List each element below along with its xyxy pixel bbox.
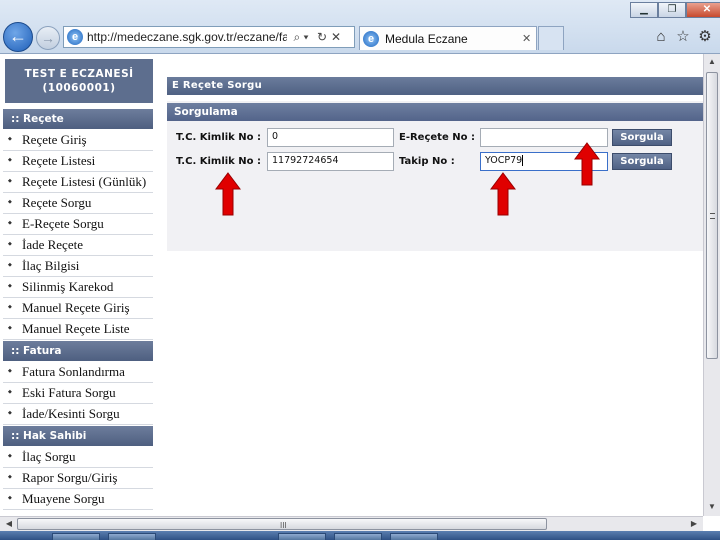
sidebar-item-muayene-sorgu[interactable]: Muayene Sorgu [3,489,153,510]
tc-kimlik-label-2: T.C. Kimlik No : [176,156,262,167]
sidebar-item-recete-sorgu[interactable]: Reçete Sorgu [3,193,153,214]
annotation-arrow-up-icon [215,172,241,216]
restore-button[interactable]: ❐ [658,2,686,18]
home-icon[interactable]: ⌂ [652,28,670,46]
query-panel: Sorgulama T.C. Kimlik No : 0 E-Reçete No… [167,101,703,251]
sidebar-item-recete-giris[interactable]: Reçete Giriş [3,130,153,151]
scroll-left-icon[interactable]: ◀ [1,519,17,528]
tc-kimlik-label-1: T.C. Kimlik No : [176,132,262,143]
forward-button[interactable]: → [36,26,60,50]
page-title: E Reçete Sorgu [167,77,703,95]
minimize-button[interactable]: ▁ [630,2,658,18]
ie-favicon-icon: e [67,29,83,45]
sidebar-item-recete-listesi[interactable]: Reçete Listesi [3,151,153,172]
e-recete-label: E-Reçete No : [399,132,475,143]
sorgula-button-2[interactable]: Sorgula [612,153,672,170]
sidebar-item-ilac-bilgisi[interactable]: İlaç Bilgisi [3,256,153,277]
section-fatura[interactable]: :: Fatura [3,341,153,361]
section-recete[interactable]: :: Reçete [3,109,153,129]
taskbar-item[interactable] [108,533,156,540]
tab-close-icon[interactable]: ✕ [522,32,536,45]
sidebar-item-ilac-sorgu[interactable]: İlaç Sorgu [3,447,153,468]
sidebar: TEST E ECZANESİ (10060001) :: Reçete Reç… [0,54,155,516]
tab-favicon-icon: e [363,30,379,47]
taskbar-item[interactable] [334,533,382,540]
scroll-down-icon[interactable]: ▼ [704,502,720,511]
scroll-right-icon[interactable]: ▶ [686,519,702,528]
back-button[interactable]: ← [3,22,33,52]
sidebar-item-manuel-recete-liste[interactable]: Manuel Reçete Liste [3,319,153,340]
sidebar-item-eski-fatura-sorgu[interactable]: Eski Fatura Sorgu [3,383,153,404]
sidebar-item-iade-recete[interactable]: İade Reçete [3,235,153,256]
takip-no-value: YOCP79 [485,155,523,166]
takip-no-label: Takip No : [399,156,455,167]
sidebar-item-rapor-sorgu-giris[interactable]: Rapor Sorgu/Giriş [3,468,153,489]
refresh-icon[interactable]: ↻ [315,30,329,44]
pharmacy-name: TEST E ECZANESİ [24,68,134,80]
scroll-up-icon[interactable]: ▲ [704,57,720,66]
address-url[interactable]: http://medeczane.sgk.gov.tr/eczane/faces… [87,30,287,44]
sorgula-button-1[interactable]: Sorgula [612,129,672,146]
vertical-scrollbar[interactable]: ▲ ▼ [703,54,720,516]
grip-icon [710,213,715,219]
annotation-arrow-up-icon [490,172,516,216]
pharmacy-code: (10060001) [42,82,116,94]
tc-kimlik-input-1[interactable]: 0 [267,128,394,147]
vertical-scroll-thumb[interactable] [706,72,718,359]
text-caret [522,155,524,166]
sidebar-item-e-recete-sorgu[interactable]: E-Reçete Sorgu [3,214,153,235]
sidebar-item-manuel-recete-giris[interactable]: Manuel Reçete Giriş [3,298,153,319]
tab-title: Medula Eczane [385,31,468,46]
annotation-arrow-up-icon [574,142,600,186]
close-window-button[interactable]: ✕ [686,2,720,18]
browser-tab[interactable]: e Medula Eczane ✕ [359,26,537,50]
address-bar[interactable]: e http://medeczane.sgk.gov.tr/eczane/fac… [63,26,355,48]
sidebar-item-fatura-sonlandirma[interactable]: Fatura Sonlandırma [3,362,153,383]
sidebar-item-silinmis-karekod[interactable]: Silinmiş Karekod [3,277,153,298]
taskbar-item[interactable] [390,533,438,540]
window-controls: ▁ ❐ ✕ [630,2,720,18]
settings-gear-icon[interactable]: ⚙ [696,28,714,46]
panel-title: Sorgulama [167,103,703,121]
section-hak-sahibi[interactable]: :: Hak Sahibi [3,426,153,446]
taskbar-item[interactable] [52,533,100,540]
search-dropdown-icon[interactable]: ⌕ ▾ [287,30,315,45]
pharmacy-banner: TEST E ECZANESİ (10060001) [5,59,153,103]
favorites-icon[interactable]: ☆ [674,28,692,46]
tc-kimlik-input-2[interactable]: 11792724654 [267,152,394,171]
grip-icon: III [280,521,287,530]
sidebar-item-iade-kesinti-sorgu[interactable]: İade/Kesinti Sorgu [3,404,153,425]
sidebar-item-recete-listesi-gunluk[interactable]: Reçete Listesi (Günlük) [3,172,153,193]
browser-chrome: ▁ ❐ ✕ ← → e http://medeczane.sgk.gov.tr/… [0,0,720,54]
taskbar-item[interactable] [278,533,326,540]
horizontal-scrollbar[interactable]: ◀ III ▶ [0,516,703,531]
horizontal-scroll-thumb[interactable]: III [17,518,547,530]
new-tab-button[interactable] [538,26,564,50]
stop-icon[interactable]: ✕ [329,30,343,44]
